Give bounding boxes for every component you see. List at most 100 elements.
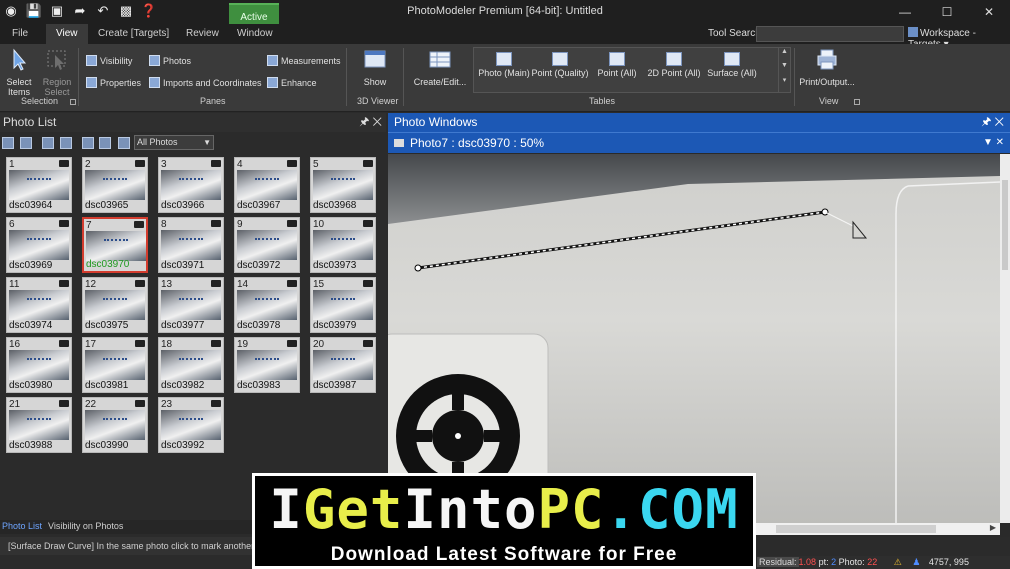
photo-thumbnail[interactable]: 3 dsc03966 <box>158 157 224 213</box>
table-point-quality-button[interactable]: Point (Quality) <box>530 52 590 78</box>
table-icon <box>496 52 512 66</box>
photo-thumbnail[interactable]: 10 dsc03973 <box>310 217 376 273</box>
visibility-button[interactable]: Visibility <box>86 55 132 66</box>
camera-icon <box>211 280 221 287</box>
show-3d-viewer-button[interactable]: Show <box>358 48 392 87</box>
photo-thumbnail[interactable]: 2 dsc03965 <box>82 157 148 213</box>
gallery-scroll[interactable]: ▲ ▼ ▾ <box>778 48 790 92</box>
photo-number: 9 <box>237 219 243 230</box>
measurements-button[interactable]: Measurements <box>267 55 341 66</box>
tab-file[interactable]: File <box>2 24 38 44</box>
tab-photo-list[interactable]: Photo List <box>2 521 42 531</box>
maximize-button[interactable]: ☐ <box>926 0 968 24</box>
photo-thumbnail[interactable]: 4 dsc03967 <box>234 157 300 213</box>
photo-number: 13 <box>161 279 173 290</box>
photo-number: 23 <box>161 399 173 410</box>
photo-thumbnail[interactable]: 7 dsc03970 <box>82 217 148 273</box>
visibility-label: Visibility <box>100 55 133 66</box>
scroll-thumb[interactable] <box>776 525 936 533</box>
vertical-scrollbar[interactable] <box>1000 154 1010 523</box>
selection-launcher-icon[interactable] <box>70 99 76 105</box>
photo-thumbnail[interactable]: 15 dsc03979 <box>310 277 376 333</box>
view-launcher-icon[interactable] <box>854 99 860 105</box>
gallery-expand-icon[interactable]: ▾ <box>779 76 790 90</box>
coords-readout: 4757, 995 <box>928 557 969 567</box>
photo-thumbnail[interactable]: 14 dsc03978 <box>234 277 300 333</box>
photo-thumbnail[interactable]: 23 dsc03992 <box>158 397 224 453</box>
photo-thumbnail[interactable]: 6 dsc03969 <box>6 217 72 273</box>
tab-view[interactable]: View <box>46 24 88 44</box>
table-2d-point-all-button[interactable]: 2D Point (All) <box>646 52 702 78</box>
imports-icon <box>149 77 160 88</box>
zoom-in-icon[interactable] <box>82 137 94 149</box>
table-photo-main-button[interactable]: Photo (Main) <box>476 52 532 78</box>
tab-visibility-on-photos[interactable]: Visibility on Photos <box>48 521 123 531</box>
photo-name: dsc03980 <box>9 380 53 391</box>
separator <box>78 48 79 106</box>
thumbnail-view-icon[interactable] <box>20 137 32 149</box>
photo-thumbnail-image <box>237 350 297 380</box>
warning-icon[interactable]: ⚠ <box>894 557 902 567</box>
photo-thumbnail[interactable]: 20 dsc03987 <box>310 337 376 393</box>
table-surface-all-button[interactable]: Surface (All) <box>704 52 760 78</box>
photos-button[interactable]: Photos <box>149 55 191 66</box>
print-output-button[interactable]: Print/Output... <box>796 48 858 87</box>
photo-filter-select[interactable]: All Photos ▼ <box>134 135 214 150</box>
properties-button[interactable]: Properties <box>86 77 141 88</box>
imports-coordinates-button[interactable]: Imports and Coordinates <box>149 77 262 88</box>
table-point-all-button[interactable]: Point (All) <box>592 52 642 78</box>
photo-thumbnail[interactable]: 8 dsc03971 <box>158 217 224 273</box>
enhance-button[interactable]: Enhance <box>267 77 317 88</box>
sort-icon[interactable] <box>2 137 14 149</box>
print-output-label: Print/Output... <box>799 77 855 87</box>
photo-thumbnail-image <box>86 231 146 261</box>
photo-tab[interactable]: Photo7 : dsc03970 : 50% ▼ ✕ <box>388 132 1010 153</box>
photo-thumbnail[interactable]: 11 dsc03974 <box>6 277 72 333</box>
photo-number: 19 <box>237 339 249 350</box>
create-edit-button[interactable]: Create/Edit... <box>410 48 470 87</box>
pin-close-icons[interactable]: 🖈 ✕ <box>981 113 1004 132</box>
scroll-thumb[interactable] <box>1002 180 1008 270</box>
watermark-banner: IGetIntoPC.COM Download Latest Software … <box>252 473 756 569</box>
region-select-button[interactable]: Region Select <box>40 48 74 97</box>
photo-thumbnail[interactable]: 12 dsc03975 <box>82 277 148 333</box>
photo-thumbnail[interactable]: 16 dsc03980 <box>6 337 72 393</box>
photo-name: dsc03990 <box>85 440 129 451</box>
scroll-right-icon[interactable]: ▶ <box>990 523 996 532</box>
selection-group-label: Selection <box>21 96 59 106</box>
photo-thumbnail[interactable]: 9 dsc03972 <box>234 217 300 273</box>
photo-name: dsc03978 <box>237 320 281 331</box>
camera-icon <box>211 160 221 167</box>
photo-thumbnail-image <box>161 350 221 380</box>
visibility-icon <box>86 55 97 66</box>
tool-search-input[interactable] <box>756 26 904 42</box>
options-icon[interactable] <box>118 137 130 149</box>
photo-viewer-canvas[interactable] <box>388 154 1000 523</box>
tab-create[interactable]: Create [Targets] <box>88 24 179 44</box>
photo-tab-controls[interactable]: ▼ ✕ <box>983 133 1004 153</box>
chevron-up-icon[interactable]: ▲ <box>779 48 790 62</box>
select-items-button[interactable]: Select Items <box>4 48 34 97</box>
photo-image <box>388 154 1000 523</box>
photo-thumbnail[interactable]: 1 dsc03964 <box>6 157 72 213</box>
camera-icon <box>135 400 145 407</box>
pin-close-icons[interactable]: 🖈 ✕ <box>359 113 382 132</box>
photo-thumbnail[interactable]: 19 dsc03983 <box>234 337 300 393</box>
photo-thumbnail[interactable]: 17 dsc03981 <box>82 337 148 393</box>
photo-thumbnail[interactable]: 5 dsc03968 <box>310 157 376 213</box>
photo-thumbnail[interactable]: 18 dsc03982 <box>158 337 224 393</box>
camera-icon <box>59 220 69 227</box>
banner-title-part: COM <box>638 478 739 541</box>
minimize-button[interactable]: — <box>884 0 926 24</box>
tab-window[interactable]: Window <box>227 24 283 44</box>
camera-settings-icon[interactable] <box>60 137 72 149</box>
chevron-down-icon[interactable]: ▼ <box>779 62 790 76</box>
zoom-out-icon[interactable] <box>99 137 111 149</box>
close-button[interactable]: ✕ <box>968 0 1010 24</box>
filter-icon[interactable] <box>42 137 54 149</box>
tab-review[interactable]: Review <box>176 24 229 44</box>
photo-thumbnail[interactable]: 22 dsc03990 <box>82 397 148 453</box>
photo-thumbnail[interactable]: 21 dsc03988 <box>6 397 72 453</box>
workspace-icon <box>908 27 918 37</box>
photo-thumbnail[interactable]: 13 dsc03977 <box>158 277 224 333</box>
